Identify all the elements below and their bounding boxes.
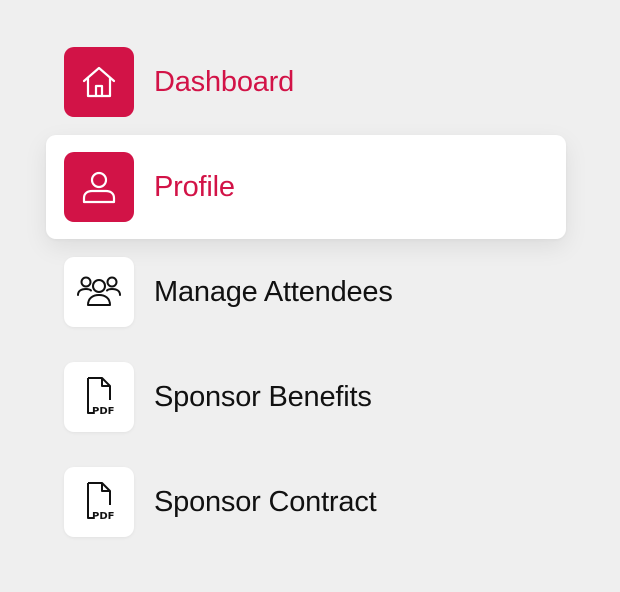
menu-item-sponsor-benefits[interactable]: PDF Sponsor Benefits [46, 345, 566, 449]
menu-item-label: Profile [154, 171, 235, 203]
contract-icon-tile: PDF [64, 467, 134, 537]
profile-icon-tile [64, 152, 134, 222]
dashboard-icon-tile [64, 47, 134, 117]
sidebar-menu: Dashboard Profile Manage Attendees PDF S… [0, 0, 620, 592]
menu-item-label: Dashboard [154, 66, 295, 98]
home-icon [82, 66, 116, 98]
menu-item-profile[interactable]: Profile [46, 135, 566, 239]
pdf-icon-text: PDF [92, 406, 114, 417]
menu-item-label: Sponsor Contract [154, 486, 377, 518]
pdf-file-icon: PDF [87, 482, 114, 522]
menu-item-label: Sponsor Benefits [154, 381, 372, 413]
menu-item-manage-attendees[interactable]: Manage Attendees [46, 240, 566, 344]
pdf-file-icon: PDF [87, 377, 114, 417]
user-icon [82, 171, 116, 204]
attendees-icon-tile [64, 257, 134, 327]
benefits-icon-tile: PDF [64, 362, 134, 432]
users-icon [77, 276, 121, 306]
pdf-icon-text: PDF [92, 511, 114, 522]
menu-item-dashboard[interactable]: Dashboard [46, 30, 566, 134]
menu-item-sponsor-contract[interactable]: PDF Sponsor Contract [46, 450, 566, 554]
menu-item-label: Manage Attendees [154, 276, 393, 308]
